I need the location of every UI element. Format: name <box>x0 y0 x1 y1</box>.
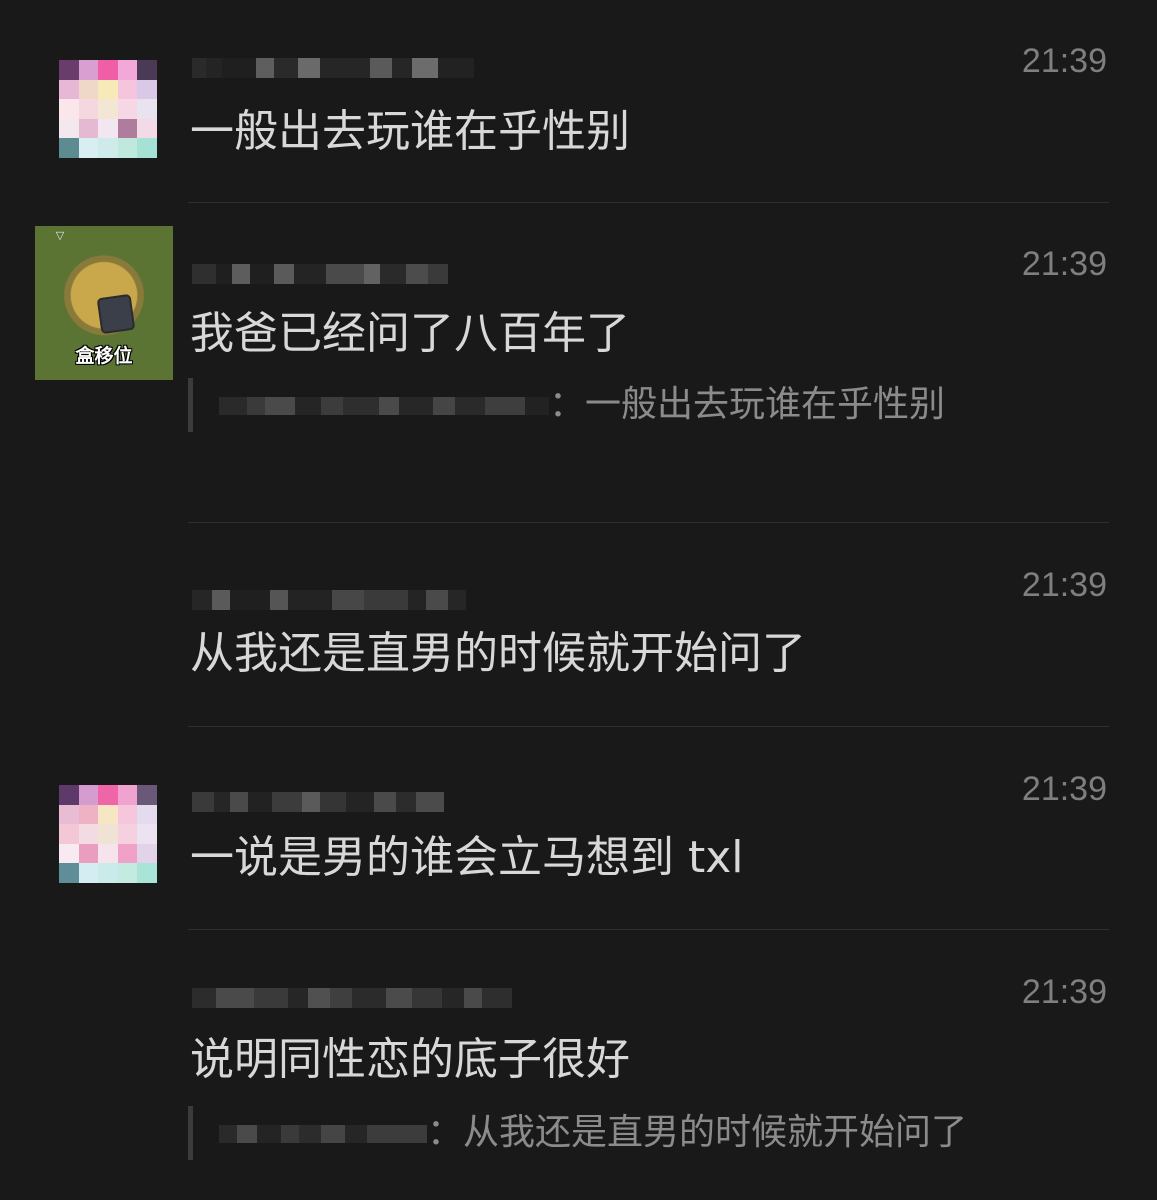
divider <box>188 202 1109 203</box>
sender-name-redacted <box>192 588 466 612</box>
message-text[interactable]: 从我还是直男的时候就开始问了 <box>190 626 806 682</box>
avatar[interactable]: ▽ 盒移位 <box>35 226 173 380</box>
cube-icon <box>96 293 136 335</box>
message-text[interactable]: 一般出去玩谁在乎性别 <box>190 104 630 160</box>
timestamp: 21:39 <box>1021 973 1107 1011</box>
message-text[interactable]: 说明同性恋的底子很好 <box>190 1032 630 1088</box>
quote-text: 从我还是直男的时候就开始问了 <box>463 1112 968 1153</box>
timestamp: 21:39 <box>1021 42 1107 80</box>
timestamp: 21:39 <box>1021 566 1107 604</box>
sender-name-redacted <box>192 790 444 814</box>
message-text[interactable]: 我爸已经问了八百年了 <box>190 306 630 362</box>
avatar[interactable] <box>59 60 157 158</box>
quoted-sender-redacted <box>219 1119 427 1149</box>
divider <box>188 929 1109 930</box>
quote-separator: ： <box>549 384 586 425</box>
quoted-reply[interactable]: ：从我还是直男的时候就开始问了 <box>188 1106 1119 1160</box>
sender-name-redacted <box>192 56 474 80</box>
avatar[interactable] <box>59 785 157 883</box>
quoted-reply[interactable]: ：一般出去玩谁在乎性别 <box>188 378 1119 432</box>
divider <box>188 726 1109 727</box>
timestamp: 21:39 <box>1021 245 1107 283</box>
timestamp: 21:39 <box>1021 770 1107 808</box>
quote-separator: ： <box>427 1112 464 1153</box>
sender-name-redacted <box>192 262 448 286</box>
quote-text: 一般出去玩谁在乎性别 <box>585 384 946 425</box>
message-text[interactable]: 一说是男的谁会立马想到 txl <box>190 830 744 886</box>
sender-name-redacted <box>192 986 512 1010</box>
avatar-caption: 盒移位 <box>75 345 133 367</box>
quoted-sender-redacted <box>219 391 549 421</box>
game-logo-icon: ▽ <box>55 229 65 242</box>
divider <box>188 522 1109 523</box>
